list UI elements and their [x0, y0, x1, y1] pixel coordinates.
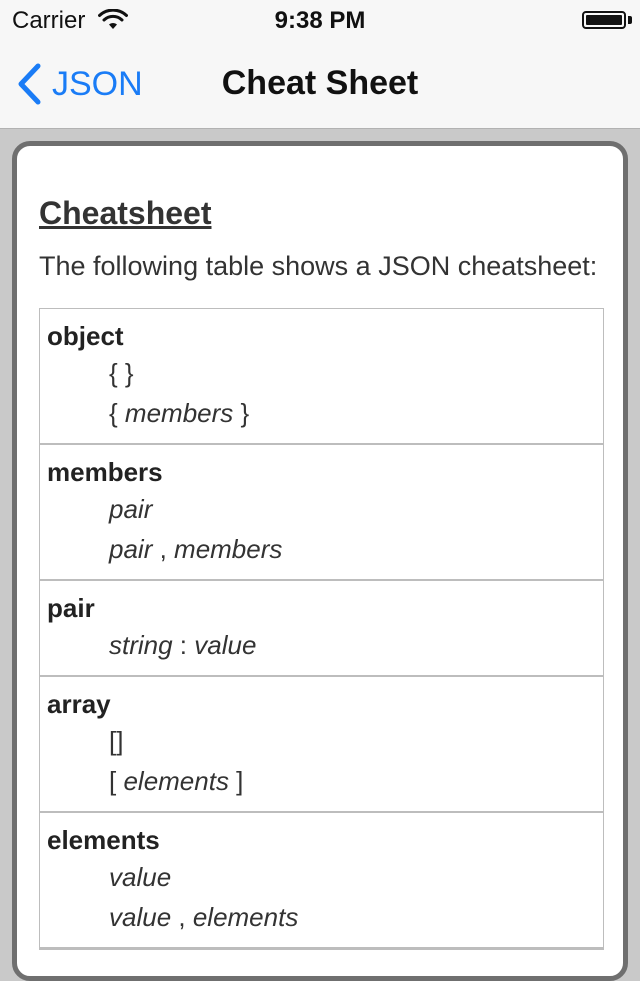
grammar-term: object	[47, 321, 124, 351]
grammar-table: object { } { members } members pair pair , me…	[39, 308, 604, 950]
grammar-production: { members }	[109, 398, 250, 428]
content-body: Cheatsheet The following table shows a J…	[39, 194, 604, 950]
table-row: elements value value , elements	[40, 813, 603, 949]
status-bar: Carrier 9:38 PM	[0, 0, 640, 40]
table-row: pair string : value	[40, 581, 603, 677]
page-title: Cheat Sheet	[221, 64, 419, 102]
grammar-production: [ elements ]	[109, 766, 244, 796]
table-row: members pair pair , members	[40, 445, 603, 581]
grammar-term: pair	[47, 593, 95, 623]
section-heading: Cheatsheet	[39, 195, 212, 231]
table-row: object { } { members }	[40, 309, 603, 445]
grammar-production: value	[109, 862, 172, 892]
content-card: Cheatsheet The following table shows a J…	[12, 141, 628, 981]
battery-icon	[582, 11, 626, 29]
grammar-production: string : value	[109, 630, 257, 660]
grammar-term: elements	[47, 825, 160, 855]
grammar-production: value , elements	[109, 902, 299, 932]
intro-text: The following table shows a JSON cheatsh…	[39, 251, 598, 281]
grammar-production: pair , members	[109, 534, 283, 564]
grammar-production: { }	[109, 358, 134, 388]
grammar-term: members	[47, 457, 163, 487]
grammar-production: []	[109, 726, 124, 756]
clock: 9:38 PM	[274, 7, 366, 34]
grammar-production: pair	[109, 494, 153, 524]
navigation-bar: JSON Cheat Sheet	[0, 40, 640, 129]
grammar-term: array	[47, 689, 111, 719]
table-row: array [] [ elements ]	[40, 677, 603, 813]
